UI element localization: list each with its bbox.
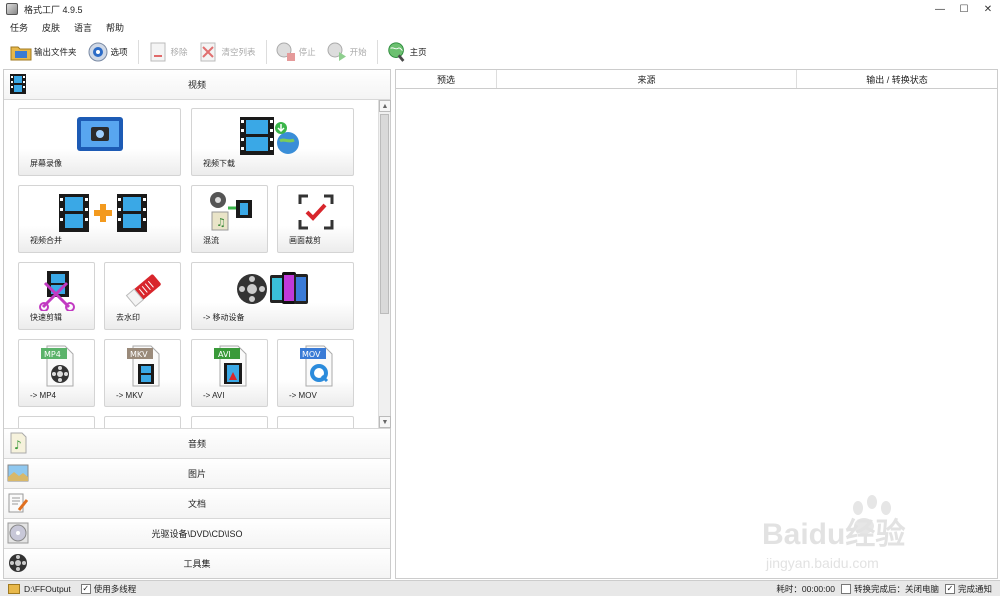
category-picture[interactable]: 图片: [4, 458, 390, 488]
toolbar-separator: [265, 40, 267, 64]
menu-help[interactable]: 帮助: [106, 21, 124, 34]
disc-icon: [7, 522, 29, 544]
folder-small-icon: [8, 583, 20, 594]
crop-icon: [298, 194, 334, 230]
film-icon: [7, 73, 29, 95]
window-controls: — ☐ ✕: [928, 0, 1000, 18]
start-button[interactable]: 开始: [326, 41, 367, 63]
gear-icon: [87, 41, 109, 63]
mux-icon: ♫: [206, 190, 254, 232]
svg-text:♫: ♫: [216, 216, 226, 229]
multithread-label: 使用多线程: [93, 583, 137, 594]
toolbox-icon: [7, 552, 29, 574]
tile-partial[interactable]: [18, 416, 95, 428]
tile-mobile-device[interactable]: -> 移动设备: [191, 262, 354, 330]
svg-text:AVI: AVI: [218, 350, 231, 359]
window-title: 格式工厂 4.9.5: [24, 4, 83, 15]
tile-crop[interactable]: 画面裁剪: [277, 185, 354, 253]
category-video-label: 视频: [187, 80, 206, 90]
folder-icon: [10, 41, 32, 63]
category-video-header[interactable]: 视频: [4, 70, 390, 100]
remove-watermark-icon: [123, 269, 165, 311]
remove-icon: [147, 41, 169, 63]
tile-partial[interactable]: [277, 416, 354, 428]
tile-quick-clip[interactable]: 快速剪辑: [18, 262, 95, 330]
tile-screen-record[interactable]: 屏幕录像: [18, 108, 181, 176]
video-merge-icon: [57, 192, 149, 234]
quick-clip-icon: [37, 269, 79, 311]
scroll-up-icon[interactable]: ▲: [379, 100, 391, 112]
svg-text:♪: ♪: [14, 438, 22, 452]
tile-partial[interactable]: [191, 416, 268, 428]
toolbar: 输出文件夹 选项 移除 清空列表 停止 开始 主页: [0, 36, 1000, 68]
document-icon: [7, 492, 29, 514]
toolbar-separator: [137, 40, 139, 64]
elapsed-time: 耗时：00:00:00: [776, 584, 835, 594]
tile-to-mkv[interactable]: MKV -> MKV: [104, 339, 181, 407]
mov-file-icon: MOV: [298, 344, 338, 388]
video-tools-grid: 屏幕录像 视频下载 视频合并 ♫ 混流 画面裁剪 快速剪辑 去水印 -> 移动设…: [4, 100, 378, 428]
notify-label: 完成通知: [957, 584, 992, 594]
tile-video-merge[interactable]: 视频合并: [18, 185, 181, 253]
stop-button[interactable]: 停止: [275, 41, 316, 63]
app-logo-icon: [6, 3, 18, 15]
column-preview[interactable]: 预选: [396, 70, 497, 88]
output-path[interactable]: D:\FFOutput: [24, 584, 71, 594]
scroll-down-icon[interactable]: ▼: [379, 416, 391, 428]
task-list-header: 预选 来源 输出 / 转换状态: [396, 70, 997, 89]
status-bar: D:\FFOutput ✓ 使用多线程 耗时：00:00:00 转换完成后：关闭…: [0, 580, 1000, 596]
toolbar-separator: [376, 40, 378, 64]
svg-text:MOV: MOV: [302, 350, 321, 359]
after-convert-label: 转换完成后：关闭电脑: [853, 584, 939, 594]
function-panel: 视频 屏幕录像 视频下载 视频合并 ♫ 混流 画面裁剪 快速剪辑 去水印 -> …: [3, 69, 391, 579]
tile-remove-watermark[interactable]: 去水印: [104, 262, 181, 330]
home-button[interactable]: 主页: [386, 41, 427, 63]
category-document[interactable]: 文档: [4, 488, 390, 518]
task-list-panel[interactable]: 预选 来源 输出 / 转换状态: [395, 69, 998, 579]
svg-text:MKV: MKV: [130, 350, 148, 359]
tile-to-mov[interactable]: MOV -> MOV: [277, 339, 354, 407]
category-disc[interactable]: 光驱设备\DVD\CD\ISO: [4, 518, 390, 548]
category-audio[interactable]: ♪ 音频: [4, 428, 390, 458]
tile-to-avi[interactable]: AVI -> AVI: [191, 339, 268, 407]
video-download-icon: [236, 115, 302, 157]
minimize-button[interactable]: —: [928, 0, 952, 18]
avi-file-icon: AVI: [212, 344, 252, 388]
scroll-thumb[interactable]: [380, 114, 389, 314]
maximize-button[interactable]: ☐: [952, 0, 976, 18]
clear-icon: [198, 41, 220, 63]
output-folder-button[interactable]: 输出文件夹: [10, 41, 77, 63]
notify-checkbox[interactable]: ✓: [944, 584, 955, 594]
tools-scrollbar[interactable]: ▲ ▼: [378, 100, 391, 428]
start-icon: [326, 41, 348, 63]
mkv-file-icon: MKV: [125, 344, 165, 388]
menu-task[interactable]: 任务: [10, 21, 28, 34]
remove-button[interactable]: 移除: [147, 41, 188, 63]
category-list: ♪ 音频 图片 文档 光驱设备\DVD\CD\ISO 工具集: [4, 428, 390, 578]
menu-skin[interactable]: 皮肤: [42, 21, 60, 34]
tile-to-mp4[interactable]: MP4 -> MP4: [18, 339, 95, 407]
svg-text:MP4: MP4: [44, 350, 61, 359]
stop-icon: [275, 41, 297, 63]
menu-language[interactable]: 语言: [74, 21, 92, 34]
mobile-device-icon: [236, 269, 312, 309]
picture-icon: [7, 462, 29, 484]
options-button[interactable]: 选项: [87, 41, 128, 63]
column-output-status[interactable]: 输出 / 转换状态: [797, 70, 997, 88]
tile-mux[interactable]: ♫ 混流: [191, 185, 268, 253]
clear-list-button[interactable]: 清空列表: [198, 41, 256, 63]
menu-bar: 任务 皮肤 语言 帮助: [0, 18, 1000, 36]
multithread-checkbox[interactable]: ✓: [80, 583, 91, 594]
title-bar: 格式工厂 4.9.5 — ☐ ✕: [0, 0, 1000, 18]
category-toolbox[interactable]: 工具集: [4, 548, 390, 578]
audio-icon: ♪: [7, 432, 29, 454]
home-globe-icon: [386, 41, 408, 63]
mp4-file-icon: MP4: [39, 344, 79, 388]
after-convert-checkbox[interactable]: [840, 584, 851, 594]
column-source[interactable]: 来源: [497, 70, 797, 88]
tile-video-download[interactable]: 视频下载: [191, 108, 354, 176]
tile-partial[interactable]: [104, 416, 181, 428]
close-button[interactable]: ✕: [976, 0, 1000, 18]
screen-record-icon: [75, 115, 125, 155]
